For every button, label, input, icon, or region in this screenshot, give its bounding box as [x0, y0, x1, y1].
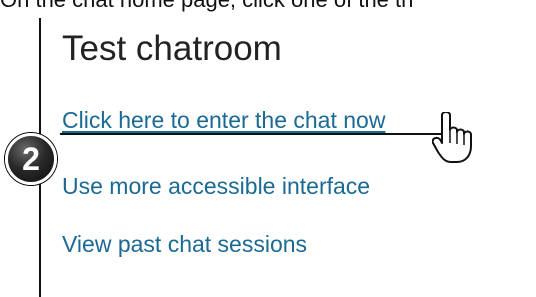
step-badge: 2 [5, 133, 57, 185]
hand-pointer-icon [432, 112, 472, 163]
instruction-caption: On the chat home page, click one of the … [0, 0, 413, 13]
accessible-interface-link[interactable]: Use more accessible interface [62, 171, 370, 201]
screenshot: On the chat home page, click one of the … [0, 0, 536, 297]
step-callout-line [60, 133, 460, 135]
page-title: Test chatroom [62, 29, 282, 68]
past-sessions-link[interactable]: View past chat sessions [62, 229, 307, 259]
enter-chat-link[interactable]: Click here to enter the chat now [62, 105, 385, 135]
